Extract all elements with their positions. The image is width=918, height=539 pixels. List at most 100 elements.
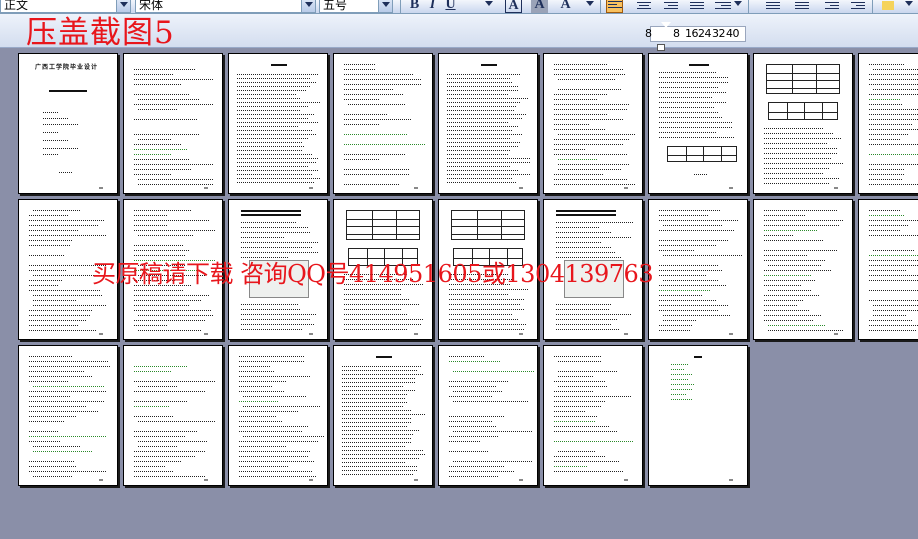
size-dropdown-icon[interactable]: [378, 0, 392, 12]
text-line: [138, 139, 172, 140]
toolbar-separator: [600, 0, 601, 13]
bold-button[interactable]: B: [406, 0, 423, 13]
text-line: [764, 210, 837, 211]
page-number-mark: [624, 333, 628, 335]
page-thumbnail[interactable]: [753, 53, 853, 194]
page-thumbnail[interactable]: [333, 53, 433, 194]
italic-button[interactable]: I: [424, 0, 441, 13]
page-thumbnail[interactable]: [543, 345, 643, 486]
text-line: [764, 275, 812, 276]
font-color-dropdown-icon[interactable]: [586, 1, 594, 10]
underline-button[interactable]: U: [442, 0, 459, 13]
text-line: [764, 230, 819, 231]
page-thumbnail[interactable]: [228, 53, 328, 194]
page-thumbnail[interactable]: [18, 345, 118, 486]
page-thumbnail[interactable]: [858, 199, 918, 340]
text-line: [659, 230, 735, 231]
page-thumbnail[interactable]: [438, 345, 538, 486]
text-line: [33, 305, 108, 306]
align-right-icon[interactable]: [664, 0, 678, 11]
text-line: [869, 169, 905, 170]
style-dropdown-icon[interactable]: [116, 0, 130, 12]
text-line: [768, 325, 826, 326]
page-thumbnail[interactable]: [648, 345, 748, 486]
text-line: [447, 130, 513, 131]
underline-dropdown-icon[interactable]: [485, 1, 493, 10]
justify-icon[interactable]: [690, 0, 704, 11]
page-thumbnail[interactable]: [123, 53, 223, 194]
cover-title: 广西工学院毕业设计: [35, 64, 99, 71]
text-line: [33, 476, 73, 477]
decrease-indent-icon[interactable]: [825, 0, 839, 11]
text-line: [554, 174, 603, 175]
font-color-button[interactable]: A: [557, 0, 574, 13]
line-spacing-icon[interactable]: [715, 0, 731, 11]
page-thumbnail[interactable]: 广西工学院毕业设计: [18, 53, 118, 194]
text-line: [239, 381, 288, 382]
text-line: [29, 376, 92, 377]
text-line: [237, 106, 308, 107]
page-thumbnail[interactable]: [438, 53, 538, 194]
font-size-select[interactable]: 五号: [319, 0, 393, 13]
highlight-icon[interactable]: [882, 1, 894, 10]
text-line: [33, 451, 94, 452]
text-line: [449, 426, 498, 427]
text-line: [49, 90, 87, 92]
page-number-mark: [519, 187, 523, 189]
page-thumbnail[interactable]: [648, 53, 748, 194]
text-line: [449, 356, 485, 357]
text-line: [29, 235, 106, 236]
page-thumbnail[interactable]: [753, 199, 853, 340]
text-line: [869, 184, 918, 185]
left-indent-marker[interactable]: [657, 44, 665, 51]
text-line: [663, 320, 697, 321]
page-thumbnail[interactable]: [648, 199, 748, 340]
text-line: [659, 290, 711, 291]
page-thumbnail[interactable]: [333, 345, 433, 486]
text-line: [869, 320, 914, 321]
text-line: [344, 324, 422, 325]
text-line: [239, 441, 319, 442]
page-number-mark: [309, 333, 313, 335]
text-line: [342, 398, 405, 399]
style-select[interactable]: 正文: [0, 0, 131, 13]
text-line: [764, 310, 810, 311]
text-line: [134, 436, 186, 437]
text-line: [134, 94, 191, 95]
text-line: [764, 183, 831, 184]
text-line: [342, 430, 420, 431]
text-line: [342, 454, 425, 455]
text-line: [663, 225, 724, 226]
numbering-icon[interactable]: [766, 0, 780, 11]
text-line: [134, 456, 196, 457]
align-center-icon[interactable]: [637, 0, 651, 11]
line-spacing-dropdown-icon[interactable]: [734, 1, 742, 10]
bullets-icon[interactable]: [795, 0, 809, 11]
text-line: [554, 466, 588, 467]
char-border-button[interactable]: A: [505, 0, 522, 13]
align-left-button[interactable]: [606, 0, 623, 13]
page-thumbnail[interactable]: [543, 53, 643, 194]
page-thumbnail[interactable]: [123, 345, 223, 486]
text-line: [556, 329, 620, 330]
text-line: [764, 305, 798, 306]
text-line: [237, 82, 317, 83]
text-line: [43, 154, 59, 155]
text-line: [239, 391, 286, 392]
watermark-text: 买原稿请下载 咨询QQ号414951605或1304139763: [92, 260, 654, 288]
char-shading-button[interactable]: A: [531, 0, 548, 13]
text-line: [659, 112, 720, 113]
page-thumbnail[interactable]: [228, 345, 328, 486]
text-line: [241, 232, 311, 233]
text-line: [869, 280, 918, 281]
page-thumbnail[interactable]: [858, 53, 918, 194]
text-line: [29, 381, 69, 382]
highlight-dropdown-icon[interactable]: [905, 1, 913, 10]
first-line-indent-marker[interactable]: [661, 22, 671, 33]
font-dropdown-icon[interactable]: [301, 0, 315, 12]
font-select[interactable]: 宋体: [135, 0, 316, 13]
text-line: [554, 139, 631, 140]
text-line: [29, 270, 67, 271]
increase-indent-icon[interactable]: [851, 0, 865, 11]
text-line: [134, 305, 190, 306]
